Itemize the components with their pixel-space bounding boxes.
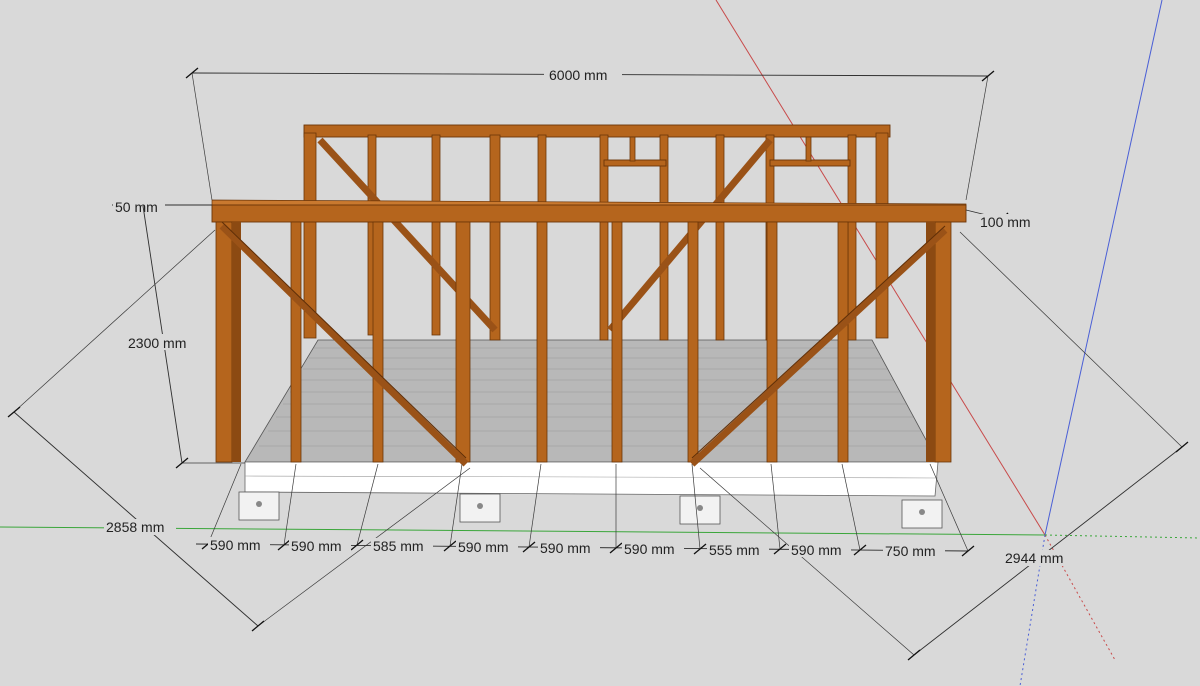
front-top-plate: [211, 204, 967, 223]
front-corner-post-right: [934, 221, 952, 463]
stud-spacing-label: 590 mm: [458, 539, 509, 555]
stud-spacing-label: 750 mm: [885, 543, 936, 559]
back-wall-frame: [303, 124, 891, 341]
dimension-label: 2300 mm: [128, 335, 186, 351]
dimension-label: 100 mm: [980, 214, 1031, 230]
axis-blue: [1044, 0, 1163, 536]
dimension-label: 2858 mm: [106, 519, 164, 535]
front-corner-post-left: [215, 221, 233, 463]
stud-spacing-label: 590 mm: [791, 542, 842, 558]
dimension-label: 6000 mm: [549, 67, 607, 83]
stud-spacing-label: 585 mm: [373, 538, 424, 554]
dimension-label: 2944 mm: [1005, 550, 1063, 566]
rim-joist: [244, 461, 939, 497]
dimension-top-offset: 50 mm: [112, 199, 212, 215]
stud-spacing-label: 590 mm: [210, 537, 261, 553]
back-top-plate: [303, 124, 891, 138]
dimension-label: 50 mm: [115, 199, 158, 215]
stud-spacing-label: 590 mm: [291, 538, 342, 554]
dimension-beam-depth: 100 mm: [965, 209, 1038, 230]
shed-frame-model: 6000 mm 50 mm 100 mm 2300 mm 2858 mm 294…: [0, 0, 1200, 686]
stud-spacing-label: 590 mm: [624, 541, 675, 557]
stud-spacing-label: 590 mm: [540, 540, 591, 556]
stud-spacing-label: 555 mm: [709, 542, 760, 558]
model-viewport[interactable]: 6000 mm 50 mm 100 mm 2300 mm 2858 mm 294…: [0, 0, 1200, 686]
foundation-blocks: [238, 491, 943, 529]
